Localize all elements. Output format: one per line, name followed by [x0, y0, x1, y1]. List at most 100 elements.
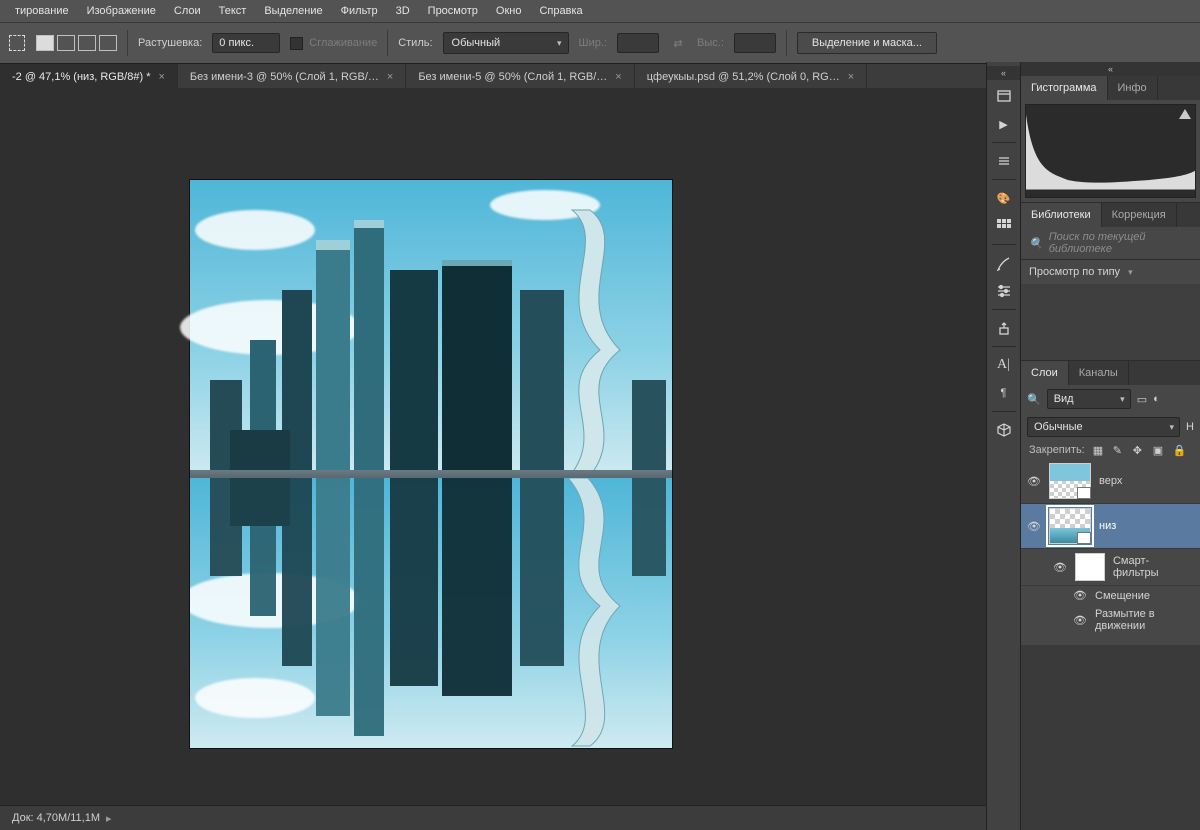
layers-panel-tabs: Слои Каналы [1021, 361, 1200, 385]
close-icon[interactable]: × [158, 71, 164, 83]
style-select[interactable]: Обычный [443, 32, 569, 54]
character-icon[interactable]: A| [987, 351, 1020, 379]
collapse-icon[interactable]: « [1021, 62, 1200, 76]
layer-list[interactable]: 👁 верх 👁 низ 👁 Смарт-фильтры [1021, 459, 1200, 645]
lock-pixels-icon[interactable]: ✎ [1113, 444, 1125, 456]
layer-kind-select[interactable]: Вид [1047, 389, 1131, 409]
tab-label: -2 @ 47,1% (низ, RGB/8#) * [12, 71, 150, 83]
smart-object-badge-icon [1077, 532, 1091, 544]
buildings-svg [190, 180, 672, 478]
options-bar: Растушевка: 0 пикс. Сглаживание Стиль: О… [0, 22, 1200, 64]
close-icon[interactable]: × [848, 71, 854, 83]
layer-row[interactable]: 👁 верх [1021, 459, 1200, 504]
menu-image[interactable]: Изображение [78, 0, 165, 22]
lock-position-icon[interactable]: ✥ [1133, 444, 1145, 456]
warning-icon[interactable] [1179, 109, 1191, 119]
selection-new-icon[interactable] [36, 34, 54, 52]
visibility-icon[interactable]: 👁 [1027, 520, 1041, 533]
layer-name[interactable]: верх [1099, 475, 1122, 487]
status-caret-icon[interactable]: ▸ [106, 812, 112, 825]
swatches-icon[interactable] [987, 212, 1020, 240]
canvas[interactable] [190, 180, 672, 748]
lock-all-icon[interactable]: 🔒 [1173, 444, 1185, 456]
smart-filters-row[interactable]: 👁 Смарт-фильтры [1021, 549, 1200, 586]
tab-layers[interactable]: Слои [1021, 361, 1069, 385]
close-icon[interactable]: × [615, 71, 621, 83]
document-tab[interactable]: цфеукыы.psd @ 51,2% (Слой 0, RG…× [635, 64, 867, 90]
layer-thumbnail[interactable] [1049, 463, 1091, 499]
tab-libraries[interactable]: Библиотеки [1021, 203, 1102, 227]
collapse-icon[interactable]: « [987, 66, 1020, 80]
filter-adjust-icon[interactable]: ◐ [1153, 393, 1160, 405]
blend-mode-row: Обычные Н [1021, 413, 1200, 441]
3d-icon[interactable] [987, 416, 1020, 444]
tool-preset-icon[interactable] [8, 34, 26, 52]
filter-mask-thumbnail[interactable] [1075, 553, 1105, 581]
document-tab[interactable]: Без имени-5 @ 50% (Слой 1, RGB/… × [406, 64, 634, 90]
library-empty [1021, 284, 1200, 360]
layer-thumbnail[interactable] [1049, 508, 1091, 544]
histogram-panel-tabs: Гистограмма Инфо [1021, 76, 1200, 100]
histogram-graph[interactable] [1025, 104, 1196, 198]
brush-presets-icon[interactable] [987, 277, 1020, 305]
height-input[interactable] [734, 33, 776, 53]
height-label: Выс.: [697, 37, 724, 49]
visibility-icon[interactable]: 👁 [1027, 475, 1041, 488]
filter-item[interactable]: 👁 Размытие в движении [1021, 605, 1200, 635]
feather-input[interactable]: 0 пикс. [212, 33, 280, 53]
selection-subtract-icon[interactable] [78, 34, 96, 52]
tab-label: Без имени-5 @ 50% (Слой 1, RGB/… [418, 71, 607, 83]
width-input[interactable] [617, 33, 659, 53]
brush-icon[interactable] [987, 249, 1020, 277]
lock-artboard-icon[interactable]: ▣ [1153, 444, 1165, 456]
paragraph-icon[interactable]: ¶ [987, 379, 1020, 407]
library-view-select[interactable]: Просмотр по типу [1021, 260, 1200, 284]
menu-filter[interactable]: Фильтр [332, 0, 387, 22]
status-bar: Док: 4,70M/11,1M ▸ [0, 805, 986, 830]
visibility-icon[interactable]: 👁 [1073, 614, 1087, 627]
menu-view[interactable]: Просмотр [419, 0, 487, 22]
menu-text[interactable]: Текст [210, 0, 256, 22]
filter-item[interactable]: 👁 Смещение [1021, 586, 1200, 605]
tab-histogram[interactable]: Гистограмма [1021, 76, 1108, 100]
actions-icon[interactable]: ▶ [987, 110, 1020, 138]
clone-source-icon[interactable] [987, 314, 1020, 342]
feather-label: Растушевка: [138, 37, 202, 49]
antialias-label: Сглаживание [309, 37, 377, 49]
menu-layers[interactable]: Слои [165, 0, 210, 22]
select-and-mask-button[interactable]: Выделение и маска... [797, 32, 937, 54]
menu-help[interactable]: Справка [530, 0, 591, 22]
menu-edit[interactable]: тирование [6, 0, 78, 22]
document-tab[interactable]: -2 @ 47,1% (низ, RGB/8#) * × [0, 64, 178, 90]
selection-intersect-icon[interactable] [99, 34, 117, 52]
filter-name: Размытие в движении [1095, 608, 1194, 632]
visibility-icon[interactable]: 👁 [1053, 561, 1067, 574]
menu-select[interactable]: Выделение [255, 0, 331, 22]
close-icon[interactable]: × [387, 71, 393, 83]
layer-row[interactable]: 👁 низ [1021, 504, 1200, 549]
library-search[interactable]: 🔍 Поиск по текущей библиотеке [1021, 227, 1200, 259]
menu-3d[interactable]: 3D [387, 0, 419, 22]
tab-info[interactable]: Инфо [1108, 76, 1158, 100]
antialias-checkbox[interactable] [290, 37, 303, 50]
tab-adjustments[interactable]: Коррекция [1102, 203, 1177, 227]
libraries-panel-tabs: Библиотеки Коррекция [1021, 203, 1200, 227]
lock-transparent-icon[interactable]: ▦ [1093, 444, 1105, 456]
color-icon[interactable]: 🎨 [987, 184, 1020, 212]
swap-wh-icon[interactable]: ⇄ [669, 37, 687, 50]
properties-icon[interactable] [987, 147, 1020, 175]
tab-channels[interactable]: Каналы [1069, 361, 1129, 385]
visibility-icon[interactable]: 👁 [1073, 589, 1087, 602]
history-icon[interactable] [987, 82, 1020, 110]
panel-stack: « Гистограмма Инфо Библиотеки Коррекция … [1020, 62, 1200, 830]
layer-name[interactable]: низ [1099, 520, 1116, 532]
filter-image-icon[interactable]: ▭ [1137, 393, 1147, 406]
menu-window[interactable]: Окно [487, 0, 531, 22]
search-icon[interactable]: 🔍 [1027, 393, 1041, 406]
blend-mode-select[interactable]: Обычные [1027, 417, 1180, 437]
smart-filters-label: Смарт-фильтры [1113, 555, 1194, 579]
workspace[interactable] [0, 88, 986, 806]
selection-add-icon[interactable] [57, 34, 75, 52]
image-reflection [190, 478, 672, 748]
document-tab[interactable]: Без имени-3 @ 50% (Слой 1, RGB/…× [178, 64, 406, 90]
